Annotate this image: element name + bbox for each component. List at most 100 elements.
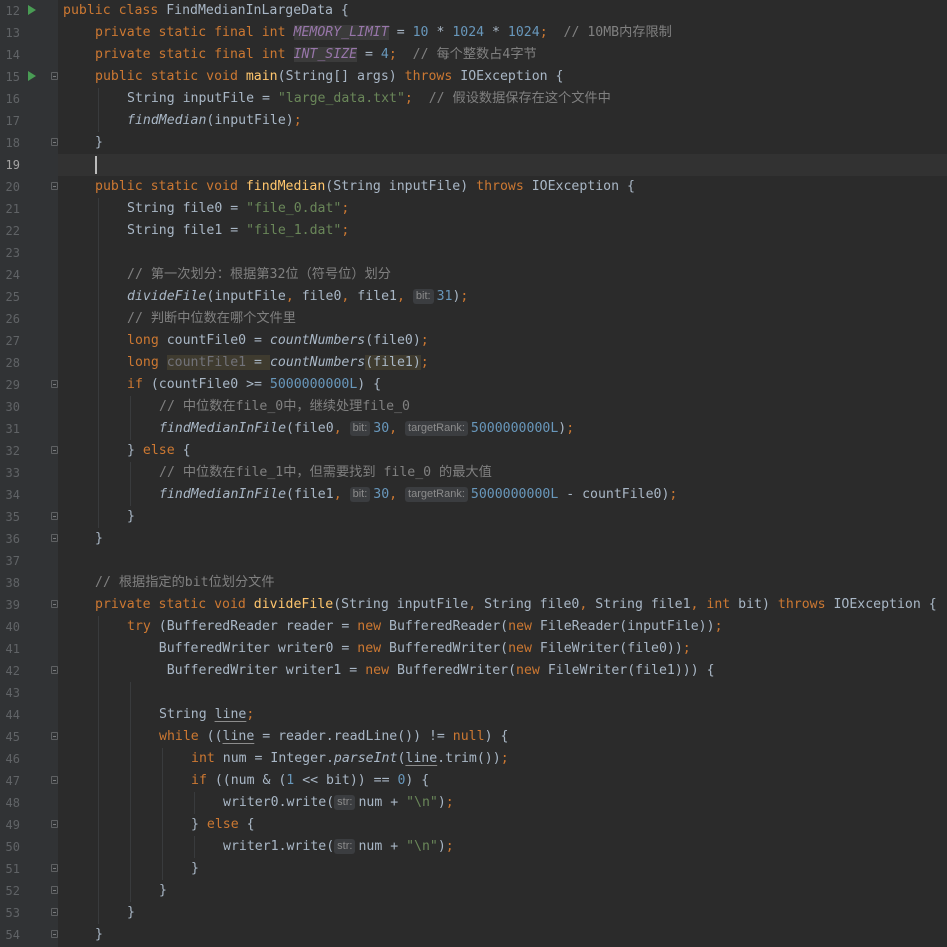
gutter-cell[interactable]: 33 <box>0 462 58 484</box>
gutter-cell[interactable]: 14 <box>0 44 58 66</box>
code-line-14[interactable]: 14 private static final int INT_SIZE = 4;… <box>0 44 947 66</box>
line-number[interactable]: 53 <box>4 904 20 922</box>
line-number[interactable]: 40 <box>4 618 20 636</box>
code-line-32[interactable]: 32 } else { <box>0 440 947 462</box>
line-number[interactable]: 21 <box>4 200 20 218</box>
code-text[interactable]: } else { <box>127 440 191 462</box>
gutter-cell[interactable]: 53 <box>0 902 58 924</box>
code-text[interactable]: try (BufferedReader reader = new Buffere… <box>127 616 723 638</box>
code-text[interactable]: if ((num & (1 << bit)) == 0) { <box>191 770 429 792</box>
gutter-cell[interactable]: 24 <box>0 264 58 286</box>
run-icon[interactable] <box>28 71 36 81</box>
line-number[interactable]: 24 <box>4 266 20 284</box>
gutter-cell[interactable]: 26 <box>0 308 58 330</box>
code-text[interactable]: BufferedWriter writer0 = new BufferedWri… <box>127 638 691 660</box>
code-text[interactable]: } <box>95 132 103 154</box>
code-text[interactable]: findMedianInFile(file0, bit: 30, targetRa… <box>159 418 574 440</box>
fold-toggle-icon[interactable] <box>51 446 58 454</box>
code-line-42[interactable]: 42 BufferedWriter writer1 = new Buffered… <box>0 660 947 682</box>
gutter-cell[interactable]: 39 <box>0 594 58 616</box>
fold-toggle-icon[interactable] <box>51 512 58 520</box>
gutter-cell[interactable]: 17 <box>0 110 58 132</box>
line-number[interactable]: 54 <box>4 926 20 944</box>
line-number[interactable]: 31 <box>4 420 20 438</box>
code-text[interactable]: findMedian(inputFile); <box>127 110 302 132</box>
code-line-18[interactable]: 18} <box>0 132 947 154</box>
line-number[interactable]: 15 <box>4 68 20 86</box>
code-line-22[interactable]: 22 String file1 = "file_1.dat"; <box>0 220 947 242</box>
gutter-cell[interactable]: 23 <box>0 242 58 264</box>
code-text[interactable]: } <box>191 858 199 880</box>
line-number[interactable]: 28 <box>4 354 20 372</box>
gutter-cell[interactable]: 37 <box>0 550 58 572</box>
code-line-35[interactable]: 35} <box>0 506 947 528</box>
line-number[interactable]: 49 <box>4 816 20 834</box>
line-number[interactable]: 43 <box>4 684 20 702</box>
code-text[interactable]: int num = Integer.parseInt(line.trim()); <box>191 748 509 770</box>
fold-toggle-icon[interactable] <box>51 380 58 388</box>
code-line-48[interactable]: 48 writer0.write(str: num + "\n"); <box>0 792 947 814</box>
code-text[interactable]: String inputFile = "large_data.txt"; // … <box>127 88 611 110</box>
fold-toggle-icon[interactable] <box>51 886 58 894</box>
code-text[interactable]: private static final int MEMORY_LIMIT = … <box>95 22 672 44</box>
fold-toggle-icon[interactable] <box>51 182 58 190</box>
gutter-cell[interactable]: 32 <box>0 440 58 462</box>
fold-toggle-icon[interactable] <box>51 820 58 828</box>
line-number[interactable]: 33 <box>4 464 20 482</box>
code-text[interactable]: findMedianInFile(file1, bit: 30, targetRa… <box>159 484 677 506</box>
code-line-34[interactable]: 34 findMedianInFile(file1, bit: 30, target… <box>0 484 947 506</box>
line-number[interactable]: 18 <box>4 134 20 152</box>
line-number[interactable]: 36 <box>4 530 20 548</box>
gutter-cell[interactable]: 42 <box>0 660 58 682</box>
line-number[interactable]: 51 <box>4 860 20 878</box>
line-number[interactable]: 32 <box>4 442 20 460</box>
line-number[interactable]: 41 <box>4 640 20 658</box>
code-text[interactable]: // 第一次划分：根据第32位（符号位）划分 <box>127 264 391 286</box>
line-number[interactable]: 20 <box>4 178 20 196</box>
code-text[interactable]: divideFile(inputFile, file0, file1, bit:… <box>127 286 468 308</box>
code-line-38[interactable]: 38 // 根据指定的bit位划分文件 <box>0 572 947 594</box>
fold-toggle-icon[interactable] <box>51 930 58 938</box>
gutter-cell[interactable]: 49 <box>0 814 58 836</box>
code-line-52[interactable]: 52} <box>0 880 947 902</box>
code-line-20[interactable]: 20 public static void findMedian(String i… <box>0 176 947 198</box>
code-text[interactable]: long countFile1 = countNumbers(file1); <box>127 352 429 374</box>
line-number[interactable]: 34 <box>4 486 20 504</box>
code-text[interactable]: } <box>127 506 135 528</box>
line-number[interactable]: 38 <box>4 574 20 592</box>
code-text[interactable]: } <box>95 924 103 946</box>
code-line-21[interactable]: 21 String file0 = "file_0.dat"; <box>0 198 947 220</box>
gutter-cell[interactable]: 29 <box>0 374 58 396</box>
line-number[interactable]: 29 <box>4 376 20 394</box>
code-line-45[interactable]: 45 while ((line = reader.readLine()) != n… <box>0 726 947 748</box>
gutter-cell[interactable]: 22 <box>0 220 58 242</box>
fold-toggle-icon[interactable] <box>51 600 58 608</box>
line-number[interactable]: 44 <box>4 706 20 724</box>
gutter-cell[interactable]: 21 <box>0 198 58 220</box>
code-text[interactable]: } <box>127 902 135 924</box>
run-icon[interactable] <box>28 5 36 15</box>
gutter-cell[interactable]: 36 <box>0 528 58 550</box>
gutter-cell[interactable]: 52 <box>0 880 58 902</box>
code-line-53[interactable]: 53} <box>0 902 947 924</box>
code-text[interactable]: private static void divideFile(String in… <box>95 594 937 616</box>
gutter-cell[interactable]: 50 <box>0 836 58 858</box>
line-number[interactable]: 30 <box>4 398 20 416</box>
line-number[interactable]: 25 <box>4 288 20 306</box>
code-line-19[interactable]: 19 <box>0 154 947 176</box>
line-number[interactable]: 16 <box>4 90 20 108</box>
code-line-51[interactable]: 51} <box>0 858 947 880</box>
gutter-cell[interactable]: 34 <box>0 484 58 506</box>
code-line-16[interactable]: 16 String inputFile = "large_data.txt"; /… <box>0 88 947 110</box>
gutter-cell[interactable]: 15 <box>0 66 58 88</box>
code-line-24[interactable]: 24 // 第一次划分：根据第32位（符号位）划分 <box>0 264 947 286</box>
code-text[interactable]: // 中位数在file_0中，继续处理file_0 <box>159 396 410 418</box>
line-number[interactable]: 39 <box>4 596 20 614</box>
fold-toggle-icon[interactable] <box>51 776 58 784</box>
fold-toggle-icon[interactable] <box>51 138 58 146</box>
code-line-43[interactable]: 43 <box>0 682 947 704</box>
code-line-39[interactable]: 39 private static void divideFile(String … <box>0 594 947 616</box>
code-line-15[interactable]: 15 public static void main(String[] args)… <box>0 66 947 88</box>
gutter-cell[interactable]: 47 <box>0 770 58 792</box>
code-text[interactable]: public static void main(String[] args) t… <box>95 66 563 88</box>
